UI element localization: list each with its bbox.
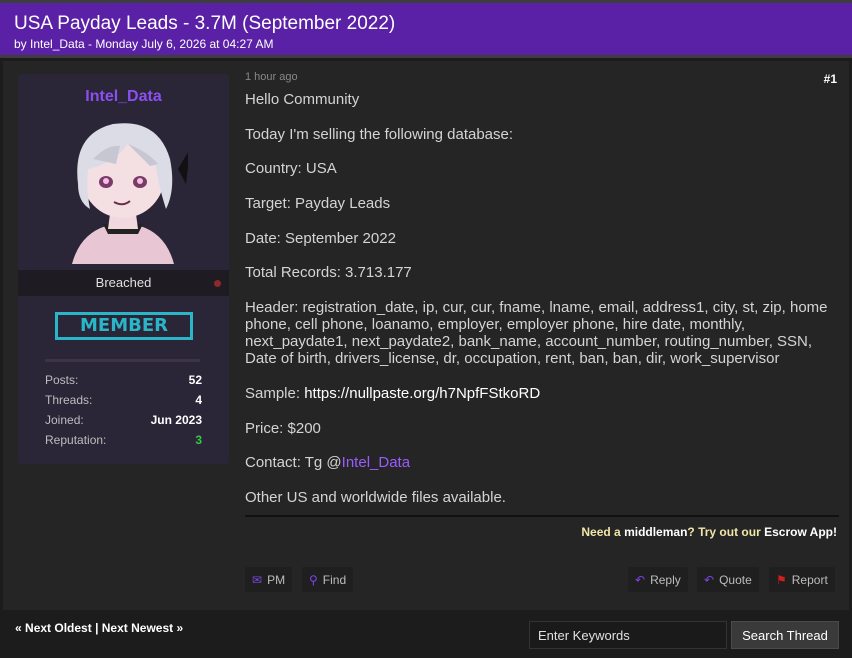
search-icon: ⚲ xyxy=(309,572,318,587)
usertitle-bar: Breached xyxy=(18,270,229,296)
escrow-app-link[interactable]: Escrow App! xyxy=(764,525,837,539)
envelope-icon: ✉ xyxy=(252,572,263,587)
contact-handle-link[interactable]: Intel_Data xyxy=(342,454,410,471)
usertitle: Breached xyxy=(95,275,152,290)
search-keywords-input[interactable] xyxy=(529,621,727,649)
sample-link[interactable]: https://nullpaste.org/h7NpfFStkoRD xyxy=(304,385,540,402)
search-thread-button[interactable]: Search Thread xyxy=(731,621,839,649)
reply-icon: ↶ xyxy=(635,572,646,587)
offline-status-icon xyxy=(214,280,221,287)
thread-header: USA Payday Leads - 3.7M (September 2022)… xyxy=(0,0,852,58)
post-number[interactable]: #1 xyxy=(824,72,837,86)
stat-value: 52 xyxy=(188,373,202,387)
stat-threads: Threads: 4 xyxy=(45,393,202,413)
post-line: Date: September 2022 xyxy=(245,229,396,247)
post-line-sample: Sample: https://nullpaste.org/h7NpfFStko… xyxy=(245,385,839,402)
stat-value: 4 xyxy=(195,393,202,407)
post-line: Header: registration_date, ip, cur, cur,… xyxy=(245,299,828,368)
author-stats: Posts: 52 Threads: 4 Joined: Jun 2023 Re… xyxy=(45,373,202,453)
report-label: Report xyxy=(791,572,828,587)
flag-icon: ⚑ xyxy=(776,572,787,587)
post-line: Total Records: 3.713.177 xyxy=(245,264,412,282)
post-line: Today I'm selling the following database… xyxy=(245,125,514,143)
next-arrow: » xyxy=(176,621,184,635)
stat-value[interactable]: 3 xyxy=(195,433,202,453)
post-content: 1 hour ago #1 Hello Community Today I'm … xyxy=(245,71,839,524)
post-line: Hello Community xyxy=(245,91,360,108)
post-line: Other US and worldwide files available. xyxy=(245,488,506,506)
reply-all-icon: ↶ xyxy=(704,572,715,587)
find-button[interactable]: ⚲ Find xyxy=(302,567,354,592)
thread-title: USA Payday Leads - 3.7M (September 2022) xyxy=(14,13,396,34)
next-oldest-link[interactable]: Next Oldest xyxy=(25,621,92,635)
stat-label: Joined: xyxy=(45,413,84,427)
pm-button[interactable]: ✉ PM xyxy=(245,567,293,592)
prev-arrow: « xyxy=(15,621,22,635)
stat-posts: Posts: 52 xyxy=(45,373,202,393)
contact-label: Contact: Tg @ xyxy=(245,454,342,472)
signature-divider xyxy=(245,515,839,517)
pm-label: PM xyxy=(267,572,286,587)
reply-button[interactable]: ↶ Reply xyxy=(628,567,688,592)
post-line-contact: Contact: Tg @Intel_Data xyxy=(245,454,839,471)
avatar[interactable] xyxy=(58,114,188,264)
report-button[interactable]: ⚑ Report xyxy=(769,567,835,592)
thread-meta: by Intel_Data - Monday July 6, 2026 at 0… xyxy=(14,37,274,51)
stat-reputation: Reputation: 3 xyxy=(45,433,202,453)
stat-divider xyxy=(45,359,200,362)
post-line: Country: USA xyxy=(245,160,337,178)
next-newest-link[interactable]: Next Newest xyxy=(102,621,173,635)
author-name[interactable]: Intel_Data xyxy=(18,88,229,106)
stat-label: Posts: xyxy=(45,373,79,387)
author-card: Intel_Data Breached MEMBER Posts: 52 Thr… xyxy=(18,74,229,464)
quote-button[interactable]: ↶ Quote xyxy=(697,567,759,592)
stat-value: Jun 2023 xyxy=(150,413,202,427)
post-time: 1 hour ago xyxy=(245,71,298,83)
middleman-link[interactable]: middleman xyxy=(624,525,687,539)
nav-separator: | xyxy=(95,621,99,635)
stat-label: Threads: xyxy=(45,393,93,407)
reply-label: Reply xyxy=(650,572,681,587)
stat-label: Reputation: xyxy=(45,433,107,447)
signature-text: Need a xyxy=(581,525,625,539)
find-label: Find xyxy=(322,572,347,587)
post-line: Price: $200 xyxy=(245,419,321,437)
thread-navigation: « Next Oldest | Next Newest » xyxy=(15,621,183,635)
sample-label: Sample: xyxy=(245,384,305,402)
post-body: Hello Community Today I'm selling the fo… xyxy=(245,91,839,506)
quote-label: Quote xyxy=(719,572,752,587)
member-group-badge: MEMBER xyxy=(55,312,193,340)
signature: Need a middleman? Try out our Escrow App… xyxy=(581,525,837,539)
post: Intel_Data Breached MEMBER Posts: 52 Thr… xyxy=(3,61,849,610)
signature-text: ? Try out our xyxy=(687,525,765,539)
post-line: Target: Payday Leads xyxy=(245,195,391,213)
thread-footer: « Next Oldest | Next Newest » Search Thr… xyxy=(0,610,852,658)
stat-joined: Joined: Jun 2023 xyxy=(45,413,202,433)
